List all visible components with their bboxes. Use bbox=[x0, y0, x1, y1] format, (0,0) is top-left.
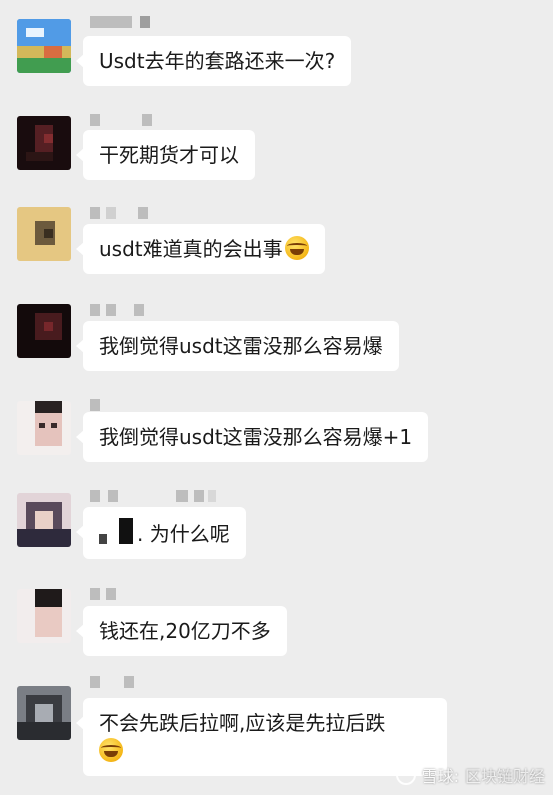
message-bubble[interactable]: usdt难道真的会出事 bbox=[76, 224, 325, 274]
avatar[interactable] bbox=[17, 589, 71, 643]
message-text: 我倒觉得usdt这雷没那么容易爆 bbox=[99, 334, 383, 358]
message-text: Usdt去年的套路还来一次? bbox=[99, 49, 336, 73]
message-bubble[interactable]: 不会先跌后拉啊,应该是先拉后跌 bbox=[76, 698, 447, 776]
chat-screen: { "messages": [ {"text": "Usdt去年的套路还来一次?… bbox=[0, 0, 553, 795]
message-text: 钱还在,20亿刀不多 bbox=[99, 619, 271, 643]
avatar[interactable] bbox=[17, 19, 71, 73]
watermark-left: 雪球: bbox=[421, 767, 459, 786]
message-text: usdt难道真的会出事 bbox=[99, 237, 283, 261]
snowball-logo-icon bbox=[395, 765, 416, 785]
message-text: 干死期货才可以 bbox=[99, 143, 239, 167]
avatar[interactable] bbox=[17, 304, 71, 358]
message-bubble[interactable]: Usdt去年的套路还来一次? bbox=[75, 36, 352, 86]
rolling-laughing-emoji bbox=[284, 236, 309, 260]
avatar[interactable] bbox=[17, 686, 71, 740]
tears-of-joy-emoji bbox=[99, 738, 123, 762]
watermark-right: 区块链财经 bbox=[464, 767, 545, 786]
redacted-mention bbox=[99, 534, 107, 544]
message-text: . 为什么呢 bbox=[137, 522, 230, 546]
message-bubble[interactable]: 钱还在,20亿刀不多 bbox=[76, 606, 287, 656]
avatar[interactable] bbox=[17, 401, 71, 455]
watermark-footer: 雪球: 区块链财经 bbox=[395, 763, 545, 787]
message-text: 不会先跌后拉啊,应该是先拉后跌 bbox=[99, 711, 386, 735]
message-bubble[interactable]: 我倒觉得usdt这雷没那么容易爆 bbox=[76, 321, 399, 371]
message-bubble[interactable]: 我倒觉得usdt这雷没那么容易爆+1 bbox=[75, 412, 429, 462]
avatar[interactable] bbox=[17, 116, 71, 170]
message-text: 我倒觉得usdt这雷没那么容易爆+1 bbox=[99, 425, 413, 449]
redacted-mention bbox=[119, 518, 133, 544]
avatar[interactable] bbox=[17, 207, 71, 261]
message-bubble[interactable]: . 为什么呢 bbox=[76, 507, 246, 559]
avatar[interactable] bbox=[17, 493, 71, 547]
message-bubble[interactable]: 干死期货才可以 bbox=[76, 130, 255, 180]
